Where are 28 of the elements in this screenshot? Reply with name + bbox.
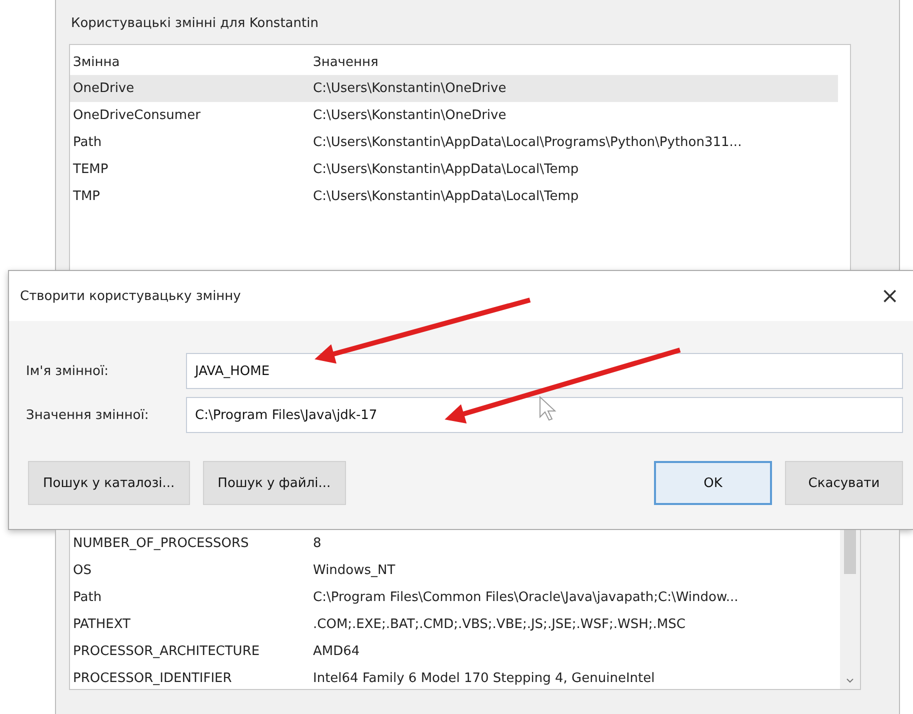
list-row[interactable]: TMP C:\Users\Konstantin\AppData\Local\Temp xyxy=(70,183,850,210)
chevron-down-icon[interactable] xyxy=(846,678,854,683)
input-field[interactable]: C:\Program Files\Java\jdk-17 xyxy=(186,397,903,433)
dialog-button[interactable]: Пошук у каталозі... xyxy=(28,461,190,505)
close-button[interactable]: × xyxy=(866,284,913,308)
field-label: Ім'я змінної: xyxy=(26,364,110,378)
list-row[interactable]: NUMBER_OF_PROCESSORS 8 xyxy=(70,530,840,557)
cursor-icon xyxy=(540,396,556,421)
list-row[interactable]: OS Windows_NT xyxy=(70,557,840,584)
list-row[interactable]: Path C:\Users\Konstantin\AppData\Local\Programs\Python\Python311... xyxy=(70,129,850,156)
input-field[interactable]: JAVA_HOME xyxy=(186,353,903,389)
column-header[interactable]: Змінна xyxy=(73,54,313,70)
group-title: Користувацькі змінні для Konstantin xyxy=(71,16,320,31)
dialog-button[interactable]: OK xyxy=(654,461,772,505)
list-row[interactable]: Path C:\Program Files\Common Files\Oracle\Java\javapath;C:\Window... xyxy=(70,584,840,611)
list-row[interactable]: TEMP C:\Users\Konstantin\AppData\Local\Temp xyxy=(70,156,850,183)
dialog-button[interactable]: Скасувати xyxy=(785,461,903,505)
list-row[interactable]: PROCESSOR_ARCHITECTURE AMD64 xyxy=(70,638,840,665)
scrollbar-thumb[interactable] xyxy=(844,530,856,574)
list-row[interactable]: PROCESSOR_IDENTIFIER Intel64 Family 6 Model 170 Stepping 4, GenuineIntel xyxy=(70,665,840,692)
list-row[interactable]: OneDriveConsumer C:\Users\Konstantin\OneDrive xyxy=(70,102,850,129)
dialog-title: Створити користувацьку змінну xyxy=(20,288,242,304)
list-row[interactable]: OneDrive C:\Users\Konstantin\OneDrive xyxy=(70,75,838,102)
list-row[interactable]: PATHEXT .COM;.EXE;.BAT;.CMD;.VBS;.VBE;.JS;.JSE;.WSF;.WSH;.MSC xyxy=(70,611,840,638)
column-header[interactable]: Значення xyxy=(313,54,378,70)
field-label: Значення змінної: xyxy=(26,408,150,422)
dialog-button[interactable]: Пошук у файлі... xyxy=(202,461,346,505)
scrollbar[interactable] xyxy=(840,530,860,689)
